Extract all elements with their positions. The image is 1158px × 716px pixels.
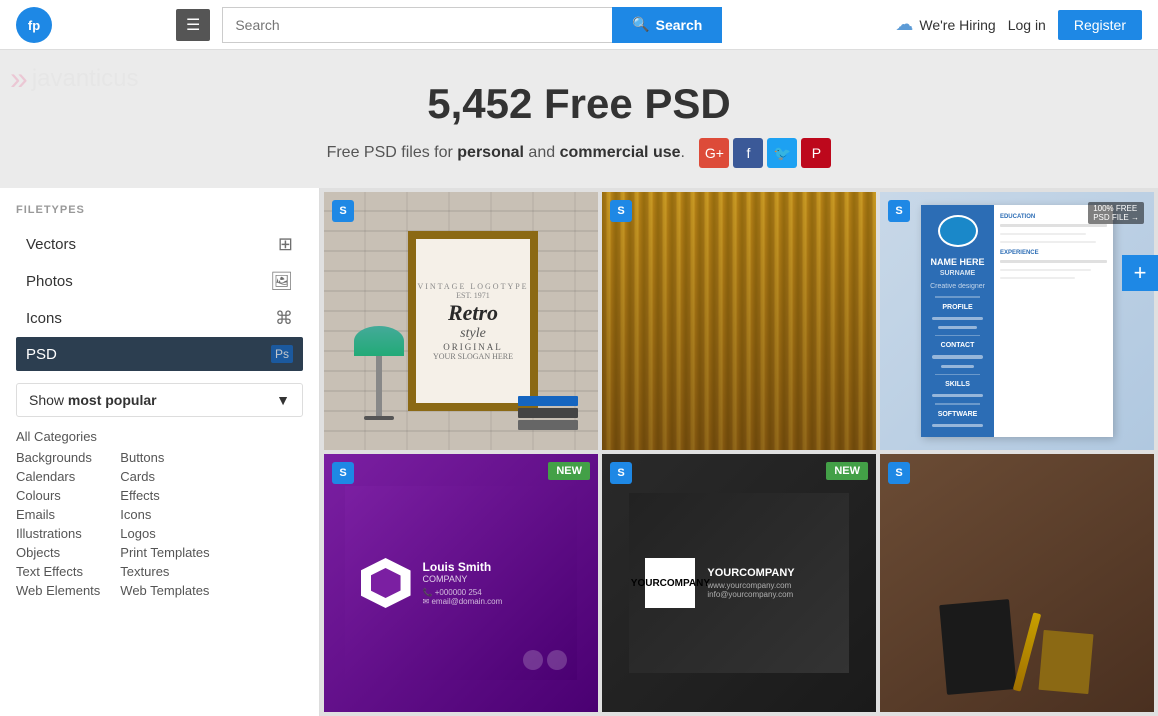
categories-col-right: Buttons Cards Effects Icons Logos Print … bbox=[120, 450, 209, 598]
pinterest-icon[interactable]: P bbox=[801, 138, 831, 168]
thumb-2[interactable]: S bbox=[602, 192, 876, 450]
category-web-templates[interactable]: Web Templates bbox=[120, 583, 209, 598]
category-colours[interactable]: Colours bbox=[16, 488, 100, 503]
twitter-icon[interactable]: 🐦 bbox=[767, 138, 797, 168]
thumb-3[interactable]: NAME HERESURNAME Creative designer PROFI… bbox=[880, 192, 1154, 450]
categories-grid: Backgrounds Calendars Colours Emails Ill… bbox=[16, 450, 303, 598]
search-area: 🔍 Search bbox=[222, 7, 722, 43]
category-buttons[interactable]: Buttons bbox=[120, 450, 209, 465]
hero-section: » javanticus 5,452 Free PSD Free PSD fil… bbox=[0, 50, 1158, 188]
category-icons[interactable]: Icons bbox=[120, 507, 209, 522]
category-objects[interactable]: Objects bbox=[16, 545, 100, 560]
s-badge-5: S bbox=[610, 462, 632, 484]
thumb-1[interactable]: VINTAGE LOGOTYPE EST. 1971 Retro style O… bbox=[324, 192, 598, 450]
hero-title: 5,452 Free PSD bbox=[16, 80, 1142, 128]
chevron-down-icon: ▼ bbox=[276, 392, 290, 408]
new-badge-4: NEW bbox=[548, 462, 590, 480]
hero-description: Free PSD files for personal and commerci… bbox=[16, 138, 1142, 168]
thumb-4[interactable]: Louis Smith COMPANY 📞 +000000 254✉ email… bbox=[324, 454, 598, 712]
category-illustrations[interactable]: Illustrations bbox=[16, 526, 100, 541]
logo-area: fp bbox=[16, 7, 176, 43]
icons-label: Icons bbox=[26, 310, 62, 327]
hamburger-button[interactable]: ☰ bbox=[176, 9, 210, 41]
svg-text:fp: fp bbox=[28, 18, 40, 33]
category-cards[interactable]: Cards bbox=[120, 469, 209, 484]
hiring-label: We're Hiring bbox=[919, 17, 995, 33]
search-icon: 🔍 bbox=[632, 16, 649, 33]
vectors-label: Vectors bbox=[26, 236, 76, 253]
category-backgrounds[interactable]: Backgrounds bbox=[16, 450, 100, 465]
floating-add-button[interactable]: + bbox=[1122, 255, 1158, 291]
s-badge-6: S bbox=[888, 462, 910, 484]
facebook-icon[interactable]: f bbox=[733, 138, 763, 168]
photos-icon: 🖼 bbox=[270, 271, 293, 292]
filetypes-label: FILETYPES bbox=[16, 204, 303, 216]
register-button[interactable]: Register bbox=[1058, 10, 1142, 40]
thumb-6[interactable]: S bbox=[880, 454, 1154, 712]
psd-icon: Ps bbox=[271, 345, 293, 363]
hiring-link[interactable]: ☁ We're Hiring bbox=[895, 14, 995, 35]
main-layout: FILETYPES Vectors ⊞ Photos 🖼 Icons ⌘ PSD… bbox=[0, 188, 1158, 716]
icons-icon: ⌘ bbox=[275, 308, 293, 329]
photos-label: Photos bbox=[26, 273, 73, 290]
freepik-logo-icon: fp bbox=[16, 7, 52, 43]
header-right: ☁ We're Hiring Log in Register bbox=[895, 10, 1142, 40]
vectors-icon: ⊞ bbox=[278, 234, 293, 255]
category-effects[interactable]: Effects bbox=[120, 488, 209, 503]
thumb-5[interactable]: YOURCOMPANY YOURCOMPANY www.yourcompany.… bbox=[602, 454, 876, 712]
s-badge-2: S bbox=[610, 200, 632, 222]
category-text-effects[interactable]: Text Effects bbox=[16, 564, 100, 579]
social-icons: G+ f 🐦 P bbox=[699, 138, 831, 168]
category-calendars[interactable]: Calendars bbox=[16, 469, 100, 484]
login-link[interactable]: Log in bbox=[1008, 17, 1046, 33]
header: fp ☰ 🔍 Search ☁ We're Hiring Log in Regi… bbox=[0, 0, 1158, 50]
filetype-icons[interactable]: Icons ⌘ bbox=[16, 300, 303, 337]
show-popular-label: Show most popular bbox=[29, 392, 157, 408]
s-badge-4: S bbox=[332, 462, 354, 484]
filetype-photos[interactable]: Photos 🖼 bbox=[16, 263, 303, 300]
psd-label: PSD bbox=[26, 346, 57, 363]
search-input[interactable] bbox=[222, 7, 612, 43]
new-badge-5: NEW bbox=[826, 462, 868, 480]
category-emails[interactable]: Emails bbox=[16, 507, 100, 522]
google-plus-icon[interactable]: G+ bbox=[699, 138, 729, 168]
category-logos[interactable]: Logos bbox=[120, 526, 209, 541]
s-badge-1: S bbox=[332, 200, 354, 222]
hero-watermark: » javanticus bbox=[0, 50, 149, 107]
show-popular-dropdown[interactable]: Show most popular ▼ bbox=[16, 383, 303, 417]
category-textures[interactable]: Textures bbox=[120, 564, 209, 579]
filetype-vectors[interactable]: Vectors ⊞ bbox=[16, 226, 303, 263]
search-button[interactable]: 🔍 Search bbox=[612, 7, 722, 43]
all-categories-link[interactable]: All Categories bbox=[16, 429, 303, 444]
s-badge-3: S bbox=[888, 200, 910, 222]
cloud-icon: ☁ bbox=[895, 14, 913, 35]
sidebar: FILETYPES Vectors ⊞ Photos 🖼 Icons ⌘ PSD… bbox=[0, 188, 320, 716]
category-web-elements[interactable]: Web Elements bbox=[16, 583, 100, 598]
categories-col-left: Backgrounds Calendars Colours Emails Ill… bbox=[16, 450, 100, 598]
category-print-templates[interactable]: Print Templates bbox=[120, 545, 209, 560]
filetype-psd[interactable]: PSD Ps bbox=[16, 337, 303, 371]
content-grid: VINTAGE LOGOTYPE EST. 1971 Retro style O… bbox=[320, 188, 1158, 716]
search-label: Search bbox=[656, 17, 703, 33]
